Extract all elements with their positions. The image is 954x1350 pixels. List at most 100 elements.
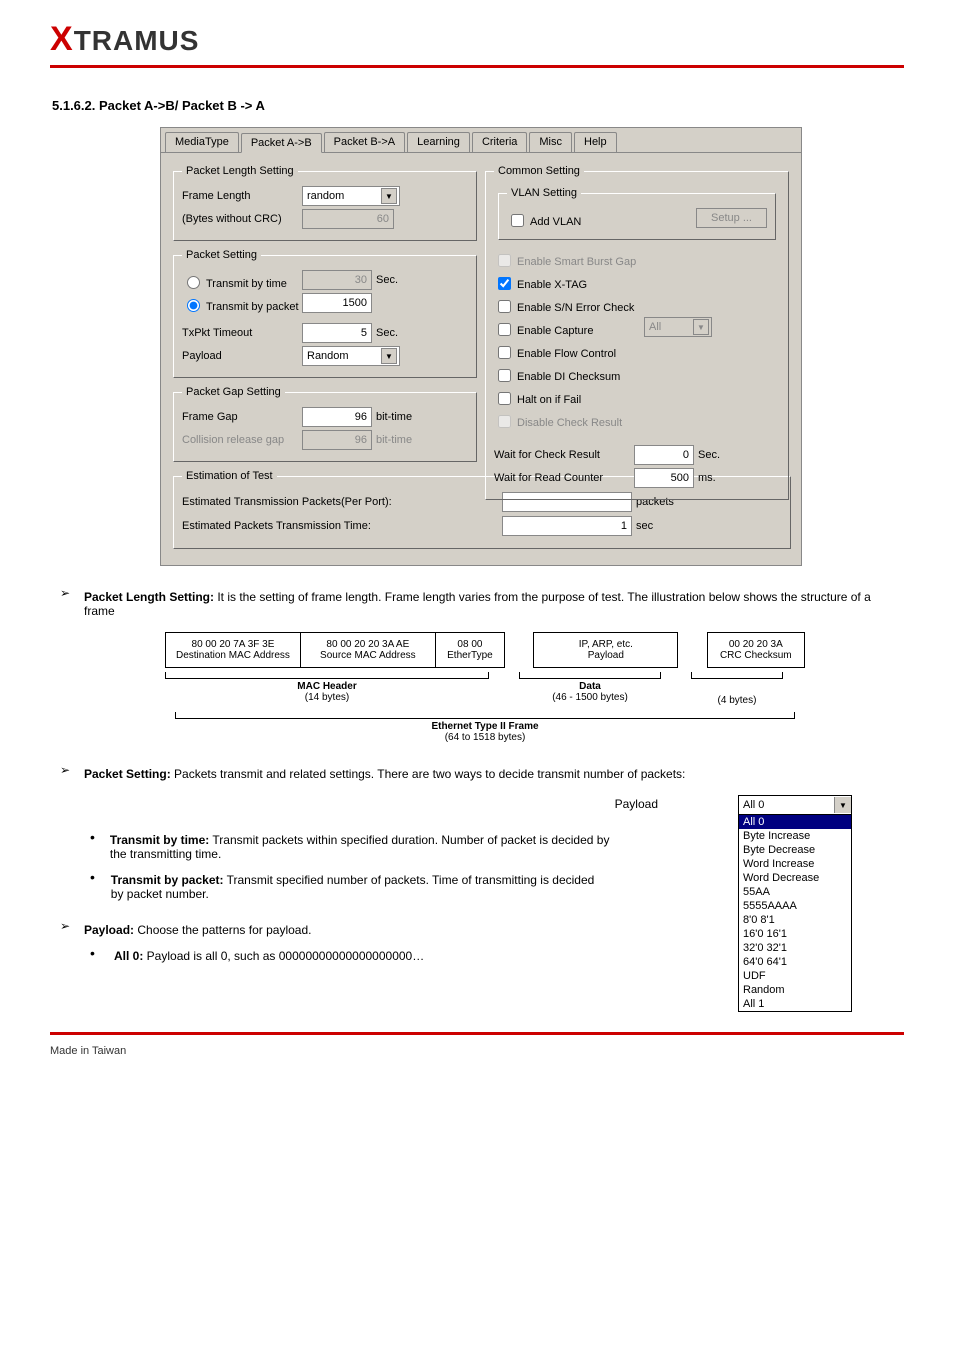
payload-option[interactable]: Byte Decrease [739,843,851,857]
logo-text: TRAMUS [74,25,200,56]
section-heading: 5.1.6.2. Packet A->B/ Packet B -> A [52,98,904,113]
label-bytes-no-crc: (Bytes without CRC) [182,213,302,225]
label-di: Enable DI Checksum [517,371,620,383]
payload-option[interactable]: Word Decrease [739,871,851,885]
label-wait-check: Wait for Check Result [494,449,634,461]
payload-option[interactable]: All 0 [739,815,851,829]
payload-option[interactable]: All 1 [739,997,851,1011]
group-vlan: VLAN Setting Add VLAN Setup ... [498,187,776,240]
checkbox-add-vlan[interactable] [511,214,524,227]
payload-option[interactable]: Byte Increase [739,829,851,843]
payload-option[interactable]: Random [739,983,851,997]
chevron-down-icon: ▼ [381,188,397,204]
checkbox-xtag-wrap[interactable]: Enable X-TAG [494,272,644,291]
txpkt-timeout-input[interactable] [302,323,372,343]
chevron-down-icon: ▼ [834,797,851,813]
unit-sec-2: Sec. [376,327,398,339]
group-packet-setting: Packet Setting Transmit by time Sec. Tra… [173,249,477,378]
unit-sec-3: Sec. [698,449,720,461]
payload-option[interactable]: 32'0 32'1 [739,941,851,955]
diagram-mac-header-label: MAC Header [165,681,489,692]
checkbox-sn[interactable] [498,300,511,313]
tab-learning[interactable]: Learning [407,132,470,152]
bullet-icon: ➢ [60,919,82,933]
capture-select: All ▼ [644,317,712,337]
diagram-dest-mac: 80 00 20 7A 3F 3E Destination MAC Addres… [165,632,301,668]
radio-transmit-time-wrap[interactable]: Transmit by time [182,271,302,290]
label-flow: Enable Flow Control [517,348,616,360]
checkbox-sn-wrap[interactable]: Enable S/N Error Check [494,295,644,314]
checkbox-capture-wrap[interactable]: Enable Capture [494,318,644,337]
payload-dd-select[interactable]: All 0 ▼ [739,796,851,815]
group-common-title: Common Setting [494,165,584,177]
sub-transmit-packet: Transmit by packet: Transmit specified n… [111,873,610,901]
radio-transmit-packet[interactable] [187,299,200,312]
tab-packet-a-b[interactable]: Packet A->B [241,133,322,153]
label-frame-length: Frame Length [182,190,302,202]
checkbox-di-wrap[interactable]: Enable DI Checksum [494,364,644,383]
payload-select-value: Random [307,350,349,362]
bullet-payload: Payload: Choose the patterns for payload… [84,923,311,937]
tab-misc[interactable]: Misc [529,132,572,152]
checkbox-smart-burst-wrap: Enable Smart Burst Gap [494,249,644,268]
diagram-data-label: Data [519,681,661,692]
label-halt: Halt on if Fail [517,394,581,406]
header-divider [50,65,904,68]
payload-dd-list: All 0 Byte Increase Byte Decrease Word I… [739,815,851,1011]
chevron-down-icon: ▼ [693,319,709,335]
checkbox-capture[interactable] [498,323,511,336]
tab-packet-b-a[interactable]: Packet B->A [324,132,405,152]
unit-bittime-2: bit-time [376,434,412,446]
label-xtag: Enable X-TAG [517,279,587,291]
label-add-vlan: Add VLAN [530,216,581,228]
tab-mediatype[interactable]: MediaType [165,132,239,152]
ethernet-frame-diagram: 80 00 20 7A 3F 3E Destination MAC Addres… [165,632,805,743]
payload-option[interactable]: 5555AAAA [739,899,851,913]
label-payload: Payload [182,350,302,362]
wait-read-input[interactable] [634,468,694,488]
group-packet-length: Packet Length Setting Frame Length rando… [173,165,477,241]
label-transmit-time: Transmit by time [206,278,287,290]
diagram-frame-title: Ethernet Type II Frame [165,721,805,732]
frame-gap-input[interactable] [302,407,372,427]
checkbox-flow-wrap[interactable]: Enable Flow Control [494,341,644,360]
payload-select[interactable]: Random ▼ [302,346,400,366]
frame-length-select[interactable]: random ▼ [302,186,400,206]
label-txpkt-timeout: TxPkt Timeout [182,327,302,339]
payload-option[interactable]: Word Increase [739,857,851,871]
label-disable-check: Disable Check Result [517,417,622,429]
checkbox-di[interactable] [498,369,511,382]
sub-transmit-time: Transmit by time: Transmit packets withi… [110,833,610,861]
radio-transmit-time[interactable] [187,276,200,289]
payload-option[interactable]: 16'0 16'1 [739,927,851,941]
bullet-icon: ➢ [60,586,82,600]
checkbox-xtag[interactable] [498,277,511,290]
payload-option[interactable]: 64'0 64'1 [739,955,851,969]
diagram-crc: 00 20 20 3A CRC Checksum [707,632,805,668]
checkbox-halt-wrap[interactable]: Halt on if Fail [494,387,644,406]
radio-transmit-packet-wrap[interactable]: Transmit by packet [182,294,302,313]
brand-logo: XTRAMUS [50,20,904,59]
label-smart-burst: Enable Smart Burst Gap [517,256,636,268]
collision-input [302,430,372,450]
payload-option[interactable]: UDF [739,969,851,983]
checkbox-halt[interactable] [498,392,511,405]
unit-ms: ms. [698,472,716,484]
checkbox-add-vlan-wrap[interactable]: Add VLAN [507,209,581,228]
tab-criteria[interactable]: Criteria [472,132,527,152]
payload-option[interactable]: 55AA [739,885,851,899]
transmit-packet-input[interactable] [302,293,372,313]
label-est-time: Estimated Packets Transmission Time: [182,520,442,532]
footer-divider [50,1032,904,1035]
capture-select-value: All [649,321,661,333]
tab-help[interactable]: Help [574,132,617,152]
sub-all-0: All 0: Payload is all 0, such as 0000000… [114,949,424,963]
label-frame-gap: Frame Gap [182,411,302,423]
checkbox-flow[interactable] [498,346,511,359]
diagram-src-mac: 80 00 20 20 3A AE Source MAC Address [301,632,436,668]
wait-check-input[interactable] [634,445,694,465]
transmit-time-input [302,270,372,290]
payload-option[interactable]: 8'0 8'1 [739,913,851,927]
footer-text: Made in Taiwan [50,1045,904,1057]
bullet-icon: ➢ [60,763,82,777]
